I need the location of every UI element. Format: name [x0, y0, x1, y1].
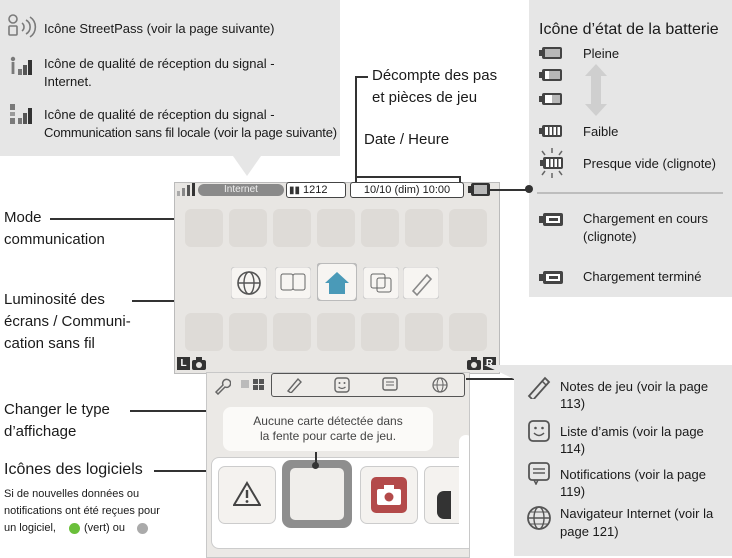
browser-icon	[527, 506, 551, 530]
notes-top-icon	[403, 267, 439, 299]
streetpass-text: Icône StreetPass (voir la page suivante)	[44, 21, 275, 36]
software-desc-1: Si de nouvelles données ou	[4, 488, 140, 500]
notifications-applet-icon[interactable]	[382, 377, 398, 393]
l-button-icon: L	[177, 357, 190, 370]
no-card-message-1: Aucune carte détectée dans	[253, 414, 403, 428]
charged-label: Chargement terminé	[583, 269, 702, 284]
mode-callout-2: communication	[4, 231, 105, 248]
charging-label-2: (clignote)	[583, 229, 637, 244]
footprints-icon: ▮▮	[289, 185, 301, 196]
battery-mid-icon	[539, 69, 562, 81]
battery-title: Icône d’état de la batterie	[539, 21, 719, 38]
applet-bar	[271, 373, 465, 397]
internet-signal-icon	[10, 56, 32, 75]
signal-legend-panel: Icône StreetPass (voir la page suivante)…	[0, 0, 340, 176]
friends-applet-icon[interactable]	[334, 377, 350, 393]
app-tile-warning[interactable]	[218, 466, 276, 524]
datetime-display: 10/10 (dim) 10:00	[350, 182, 464, 198]
brightness-callout-3: cation sans fil	[4, 335, 95, 352]
camera-left-icon	[192, 357, 206, 370]
software-desc-2: notifications ont été reçues pour	[4, 505, 160, 517]
software-desc-3b: (vert) ou	[84, 522, 125, 534]
no-card-message: Aucune carte détectée dans la fente pour…	[223, 407, 433, 451]
charged-icon	[539, 271, 563, 284]
scroll-edge	[459, 435, 469, 535]
charging-icon	[539, 213, 563, 226]
grey-dot-icon	[137, 523, 148, 534]
divider	[537, 192, 723, 194]
battery-empty-label: Presque vide (clignote)	[583, 156, 716, 171]
home-top-icon	[317, 263, 357, 301]
streetpass-icon	[8, 14, 37, 38]
notifications-top-icon	[275, 267, 311, 299]
level-arrow-icon	[585, 64, 607, 116]
app-tile-camera[interactable]	[360, 466, 418, 524]
browser-top-icon	[231, 267, 267, 299]
view-callout-2: d’affichage	[4, 423, 77, 440]
grid-view-icon[interactable]	[253, 379, 264, 390]
friends-label: Liste d’amis (voir la page 114)	[560, 424, 704, 456]
app-tile-selected[interactable]	[282, 452, 352, 528]
steps-callout-1: Décompte des pas	[372, 67, 498, 84]
notes-label: Notes de jeu (voir la page 113)	[560, 379, 709, 411]
notes-applet-icon[interactable]	[286, 377, 302, 393]
battery-legend-panel: Icône d’état de la batterie Pleine Faibl…	[529, 0, 732, 297]
friends-list-icon	[528, 420, 550, 442]
browser-applet-icon[interactable]	[432, 377, 448, 393]
camera-icon	[377, 485, 401, 505]
status-signal-icon	[177, 183, 195, 196]
brightness-callout-2: écrans / Communi-	[4, 313, 131, 330]
browser-label-2: page 121)	[560, 524, 619, 539]
steps-value: 1212	[303, 184, 328, 196]
local-signal-text-1: Icône de qualité de réception du signal …	[44, 107, 275, 122]
charging-label-1: Chargement en cours	[583, 211, 709, 226]
view-toggle-a[interactable]	[241, 380, 249, 388]
status-battery-icon	[468, 183, 490, 196]
notes-icon	[527, 376, 551, 399]
battery-full-icon	[539, 47, 562, 59]
battery-full-label: Pleine	[583, 46, 620, 61]
warning-icon	[233, 481, 261, 506]
notifications-label: Notifications (voir la page 119)	[560, 467, 706, 499]
mode-tag: Internet	[198, 184, 284, 196]
applet-legend-panel: Notes de jeu (voir la page 113) Liste d’…	[484, 365, 732, 556]
brightness-callout-1: Luminosité des	[4, 291, 105, 308]
battery-low-icon	[539, 125, 562, 137]
view-callout-1: Changer le type	[4, 401, 110, 418]
battery-low-label: Faible	[583, 124, 619, 139]
mode-callout-1: Mode	[4, 209, 42, 226]
steps-callout-2: et pièces de jeu	[372, 89, 478, 106]
no-card-message-2: la fente pour carte de jeu.	[259, 429, 397, 443]
internet-signal-text-2: Internet.	[44, 74, 92, 89]
datetime-callout: Date / Heure	[364, 131, 450, 148]
wrench-icon[interactable]	[213, 377, 231, 395]
internet-signal-text-1: Icône de qualité de réception du signal …	[44, 56, 275, 71]
camera-right-icon	[467, 357, 481, 370]
software-desc-3a: un logiciel,	[4, 522, 56, 534]
battery-empty-icon	[540, 148, 563, 178]
notifications-icon	[528, 462, 550, 485]
software-callout-title: Icônes des logiciels	[4, 461, 143, 478]
battery-low-mid-icon	[539, 93, 562, 105]
bottom-screen: Aucune carte détectée dans la fente pour…	[206, 372, 470, 558]
local-signal-text-2: Communication sans fil locale (voir la p…	[44, 125, 337, 140]
friends-top-icon	[363, 267, 399, 299]
local-signal-icon	[10, 104, 32, 124]
browser-label-1: Navigateur Internet (voir la	[560, 506, 714, 521]
top-screen: L R	[174, 182, 500, 374]
green-dot-icon	[69, 523, 80, 534]
app-carousel	[211, 452, 469, 549]
steps-counter: ▮▮ 1212	[286, 182, 346, 198]
